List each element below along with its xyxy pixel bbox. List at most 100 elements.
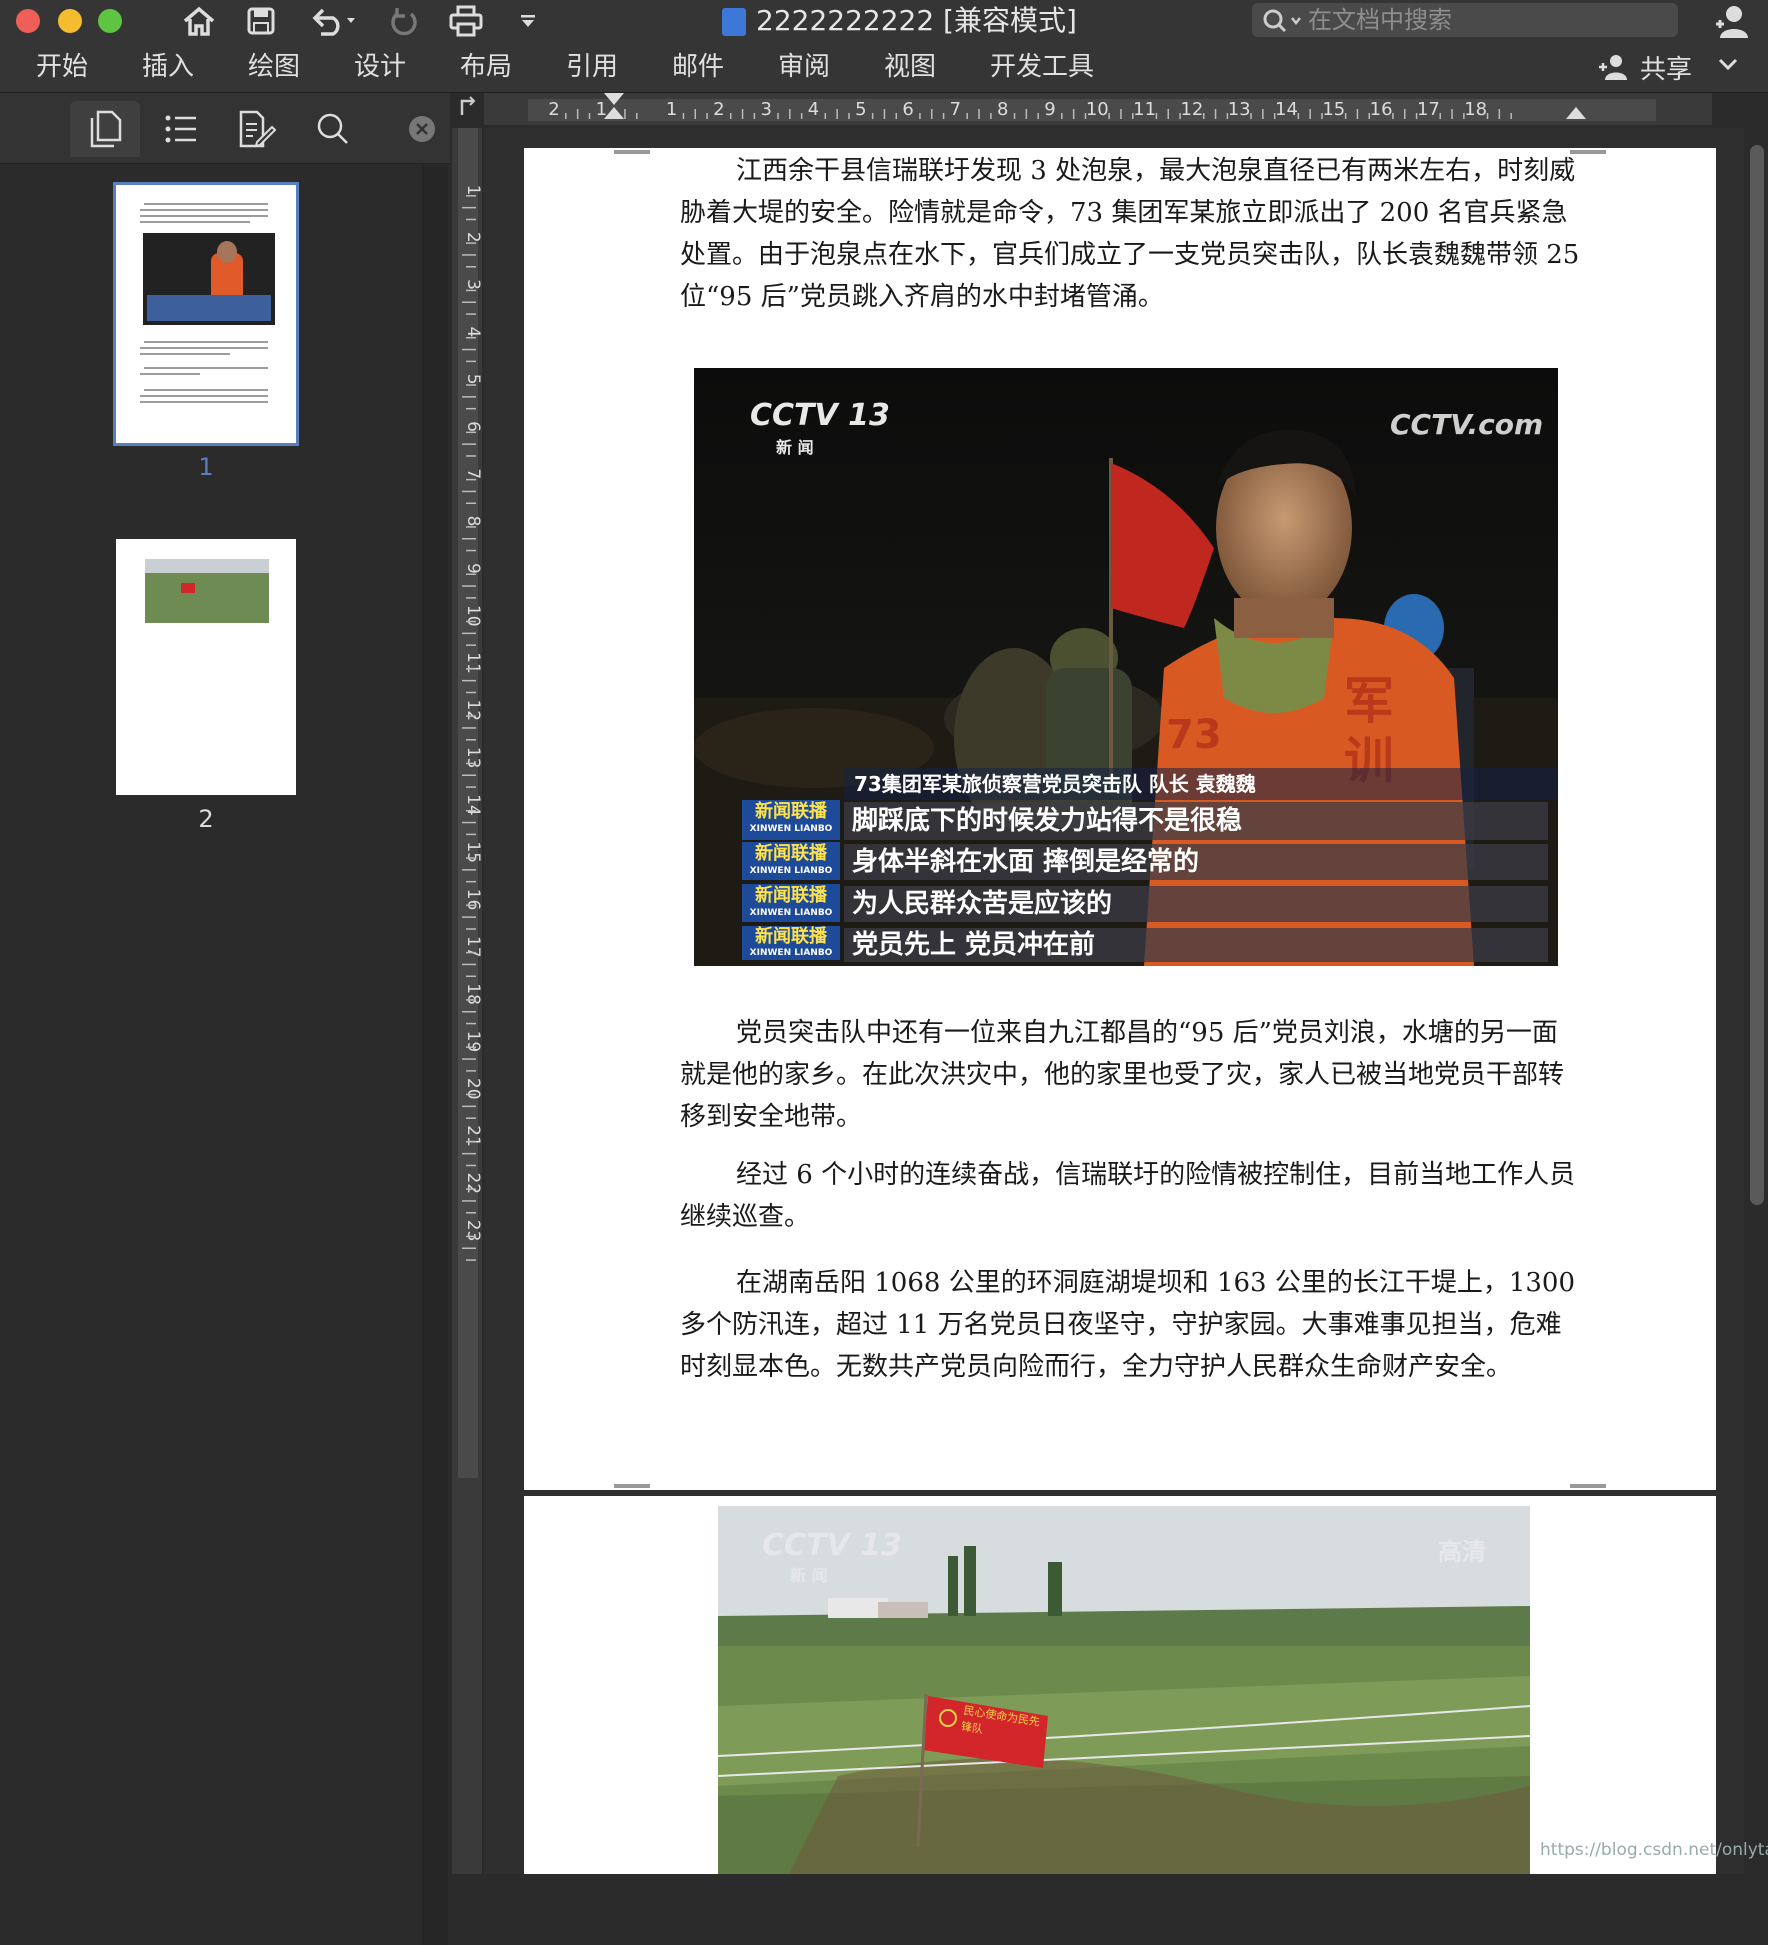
tab-layout[interactable]: 布局: [460, 48, 512, 86]
search-input[interactable]: 在文档中搜索: [1252, 3, 1678, 37]
ruler-label: 18: [463, 983, 482, 1005]
horizontal-ruler-ticks: 2 1 1 2 3 4 5 6 7 8 9 10 11 12 13 14 15 16 17 18: [484, 93, 1712, 125]
paragraph-2[interactable]: 党员突击队中还有一位来自九江都昌的“95 后”党员刘浪，水塘的另一面就是他的家乡…: [680, 1012, 1580, 1138]
ruler-label: 6: [902, 99, 913, 120]
undo-icon[interactable]: [304, 4, 364, 38]
title-bar: 2222222222 [兼容模式] 在文档中搜索: [0, 0, 1768, 42]
ruler-label: 17: [463, 936, 482, 958]
ruler-label: 2: [713, 99, 724, 120]
ruler-label: 12: [1180, 99, 1203, 120]
tab-view[interactable]: 视图: [884, 48, 936, 86]
program-badge: 新闻联播 XINWEN LIANBO: [742, 884, 840, 922]
find-tab[interactable]: [298, 101, 368, 157]
tab-stop-selector[interactable]: [452, 93, 482, 123]
share-button[interactable]: 共享: [1598, 48, 1692, 86]
ruler-label: 14: [463, 794, 482, 816]
chevron-down-icon[interactable]: [1716, 52, 1746, 82]
watermark: https://blog.csdn.net/onlytanny: [1540, 1840, 1768, 1860]
ruler-label: 16: [1370, 99, 1393, 120]
channel-sub: 新 闻: [776, 438, 814, 457]
horizontal-ruler[interactable]: 2 1 1 2 3 4 5 6 7 8 9 10 11 12 13 14 15 16 17 18: [484, 93, 1712, 125]
corner-logo: 高清: [1438, 1538, 1486, 1566]
ruler-label: 11: [463, 652, 482, 674]
margin-mark: [614, 150, 650, 154]
ruler-label: 1: [666, 99, 677, 120]
ruler-label: 10: [463, 605, 482, 627]
customize-icon[interactable]: [516, 4, 540, 38]
ruler-label: 7: [463, 468, 482, 479]
account-icon[interactable]: [1710, 4, 1754, 38]
ruler-label: 7: [950, 99, 961, 120]
ruler-label: 21: [463, 1125, 482, 1147]
tab-developer[interactable]: 开发工具: [990, 48, 1094, 86]
document-page-2[interactable]: CCTV 13 新 闻 高清 民心使命为民先锋队: [524, 1496, 1716, 1874]
nav-scroll-track[interactable]: [422, 165, 448, 1945]
ruler-label: 8: [997, 99, 1008, 120]
ruler-label: 19: [463, 1031, 482, 1053]
news-image-2[interactable]: CCTV 13 新 闻 高清 民心使命为民先锋队: [718, 1506, 1530, 1874]
search-icon: [317, 113, 348, 144]
outline-tab[interactable]: [146, 101, 216, 157]
channel-logo: CCTV 13: [762, 1528, 902, 1563]
tab-references[interactable]: 引用: [566, 48, 618, 86]
tab-design[interactable]: 设计: [354, 48, 406, 86]
ruler-label: 14: [1275, 99, 1298, 120]
save-icon[interactable]: [242, 4, 280, 38]
tab-review[interactable]: 审阅: [778, 48, 830, 86]
document-title: 2222222222 [兼容模式]: [756, 4, 1077, 37]
page-thumbnail-1[interactable]: [113, 182, 299, 446]
redo-icon[interactable]: [384, 4, 424, 38]
subtitle-line-4: 党员先上 党员冲在前: [844, 928, 1548, 962]
comments-tab[interactable]: [222, 101, 292, 157]
zoom-window-button[interactable]: [98, 9, 122, 33]
vertical-ruler[interactable]: 1 2 3 4 5 6 7 8 9 10 11 12 13 14 15 16 17 18 19 20 21 22 23: [452, 128, 483, 1874]
subtitle-line-1: 脚踩底下的时候发力站得不是很稳: [844, 802, 1548, 840]
ruler-label: 17: [1417, 99, 1440, 120]
margin-mark: [614, 1484, 650, 1488]
scrollbar-thumb[interactable]: [1750, 145, 1764, 1205]
search-icon: [1263, 9, 1301, 33]
close-icon: [409, 116, 435, 142]
ruler-label: 4: [463, 326, 482, 337]
ruler-label: 12: [463, 699, 482, 721]
ruler-label: 18: [1464, 99, 1487, 120]
vertical-ruler-ticks: 1234567891011121314151617181920212223: [452, 128, 483, 1874]
caption-name: 73集团军某旅侦察营党员突击队 队长 袁魏魏: [844, 768, 1558, 800]
ruler-label: 1: [596, 99, 607, 120]
ruler-label: 13: [1228, 99, 1251, 120]
add-person-icon: [1599, 55, 1627, 80]
edit-document-icon: [239, 110, 277, 148]
home-icon[interactable]: [178, 4, 220, 38]
program-badge: 新闻联播 XINWEN LIANBO: [742, 926, 840, 960]
ruler-label: 16: [463, 889, 482, 911]
ruler-label: 22: [463, 1172, 482, 1194]
news-image-1[interactable]: 军 训 73 CCTV 13 新 闻 CCTV.com 73集团军某旅侦察营党员…: [694, 368, 1558, 966]
close-window-button[interactable]: [16, 9, 40, 33]
tab-insert[interactable]: 插入: [142, 48, 194, 86]
document-canvas[interactable]: 江西余干县信瑞联圩发现 3 处泡泉，最大泡泉直径已有两米左右，时刻威胁着大堤的安…: [484, 128, 1744, 1874]
svg-text:73: 73: [1166, 712, 1222, 758]
ruler-label: 5: [463, 374, 482, 385]
ruler-label: 9: [1044, 99, 1055, 120]
tab-mailings[interactable]: 邮件: [672, 48, 724, 86]
document-page-1[interactable]: 江西余干县信瑞联圩发现 3 处泡泉，最大泡泉直径已有两米左右，时刻威胁着大堤的安…: [524, 148, 1716, 1490]
paragraph-3[interactable]: 经过 6 个小时的连续奋战，信瑞联圩的险情被控制住，目前当地工作人员继续巡查。: [680, 1154, 1580, 1238]
paragraph-1[interactable]: 江西余干县信瑞联圩发现 3 处泡泉，最大泡泉直径已有两米左右，时刻威胁着大堤的安…: [680, 150, 1580, 318]
thumbnails-icon: [90, 110, 122, 148]
print-icon[interactable]: [446, 4, 486, 38]
close-pane-button[interactable]: [408, 115, 436, 143]
ruler-label: 5: [855, 99, 866, 120]
program-badge: 新闻联播 XINWEN LIANBO: [742, 800, 840, 840]
tab-home[interactable]: 开始: [36, 48, 88, 86]
channel-sub: 新 闻: [790, 1566, 828, 1585]
ruler-label: 15: [463, 841, 482, 863]
svg-text:军: 军: [1344, 672, 1394, 730]
ruler-label: 2: [548, 99, 559, 120]
page-thumbnail-2[interactable]: [116, 539, 296, 795]
tab-draw[interactable]: 绘图: [248, 48, 300, 86]
thumbnails-tab[interactable]: [70, 101, 140, 157]
minimize-window-button[interactable]: [58, 9, 82, 33]
subtitle-stack: 新闻联播 XINWEN LIANBO 脚踩底下的时候发力站得不是很稳 新闻联播 XI…: [742, 800, 1548, 962]
subtitle-line-2: 身体半斜在水面 摔倒是经常的: [844, 844, 1548, 880]
paragraph-4[interactable]: 在湖南岳阳 1068 公里的环洞庭湖堤坝和 163 公里的长江干堤上，1300 …: [680, 1262, 1580, 1388]
